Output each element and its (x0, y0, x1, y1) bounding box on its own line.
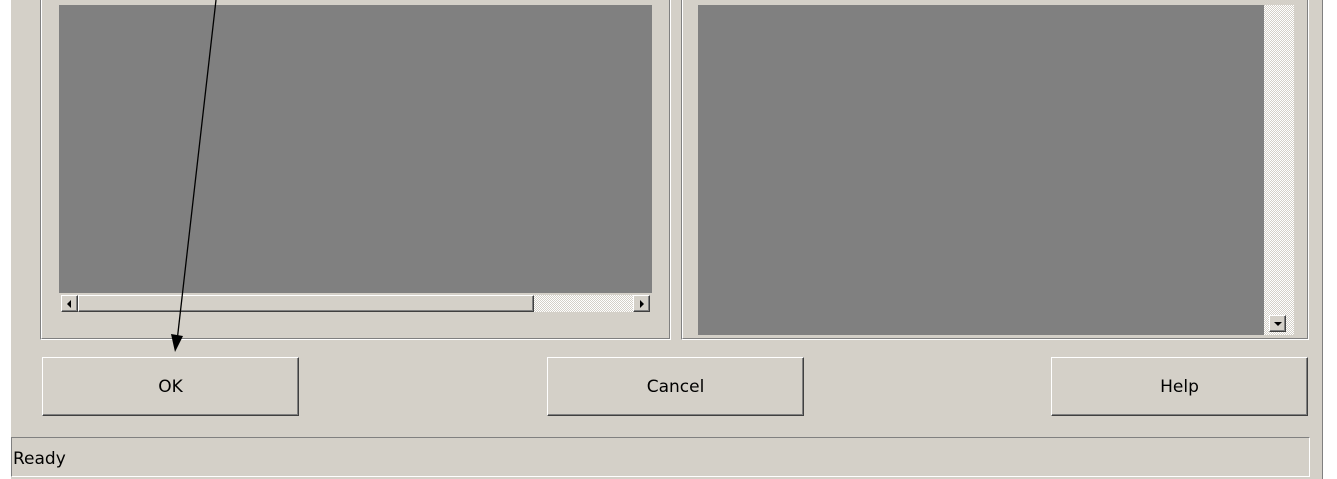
ok-button[interactable]: OK (42, 357, 299, 416)
scroll-down-arrow-icon (1274, 322, 1282, 326)
right-canvas-view[interactable] (699, 5, 1264, 335)
scroll-down-button[interactable] (1269, 315, 1286, 332)
right-vertical-scrollbar[interactable] (1264, 5, 1294, 335)
left-horizontal-scroll-thumb[interactable] (78, 295, 534, 312)
cancel-button[interactable]: Cancel (547, 357, 804, 416)
scroll-left-arrow-icon (67, 300, 71, 308)
left-horizontal-scrollbar[interactable] (59, 293, 652, 314)
status-bar: Ready (11, 437, 1310, 477)
scroll-left-button[interactable] (61, 295, 78, 312)
right-pane-frame (681, 0, 1309, 340)
scroll-right-arrow-icon (640, 300, 644, 308)
scroll-right-button[interactable] (633, 295, 650, 312)
status-text: Ready (13, 449, 66, 469)
left-pane-frame (40, 0, 671, 340)
help-button[interactable]: Help (1051, 357, 1308, 416)
right-pane-splitter[interactable] (690, 5, 699, 335)
screenshot-root: OK Cancel Help Ready (0, 0, 1337, 479)
dialog-window: OK Cancel Help Ready (10, 0, 1323, 479)
left-canvas-view[interactable] (59, 5, 652, 313)
